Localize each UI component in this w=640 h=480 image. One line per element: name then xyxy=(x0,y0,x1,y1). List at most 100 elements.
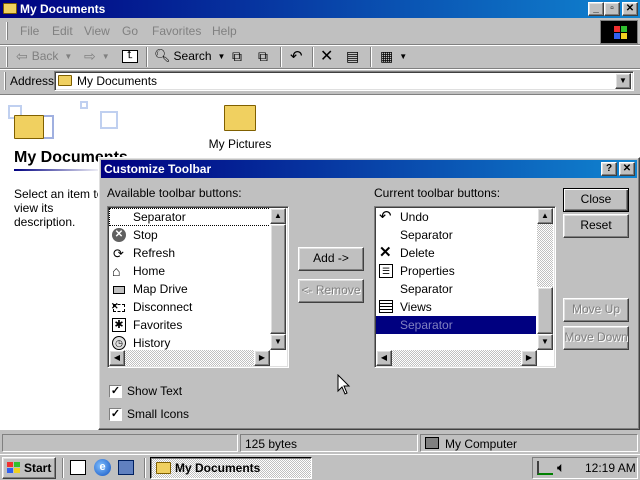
search-label: Search xyxy=(173,49,212,63)
address-field[interactable]: My Documents ▼ xyxy=(54,71,634,91)
show-text-label: Show Text xyxy=(127,384,183,398)
minimize-button[interactable]: _ xyxy=(588,2,604,16)
volume-icon[interactable]: 🔈︎ xyxy=(557,459,565,476)
current-label: Current toolbar buttons: xyxy=(374,186,501,200)
menu-favorites[interactable]: Favorites xyxy=(152,24,201,38)
network-icon[interactable] xyxy=(537,461,553,475)
list-item[interactable]: ✱ Favorites xyxy=(109,316,271,334)
checkbox-box[interactable]: ✓ xyxy=(109,407,122,421)
list-item[interactable]: ☰ Properties xyxy=(376,262,536,280)
outlook-express-icon[interactable] xyxy=(118,460,134,475)
up-button[interactable]: ⮤ xyxy=(122,46,138,66)
menu-file[interactable]: File xyxy=(20,24,39,38)
list-item-label: Undo xyxy=(400,210,429,224)
current-list[interactable]: ↶ Undo Separator ✕ Delete ☰ Properties Separato… xyxy=(374,206,556,368)
window-title-bar[interactable]: My Documents _ ▫ ✕ xyxy=(0,0,640,18)
windows-logo-icon xyxy=(7,462,21,474)
close-button[interactable]: ✕ xyxy=(622,2,638,16)
maximize-button[interactable]: ▫ xyxy=(604,2,620,16)
remove-button[interactable]: <- Remove xyxy=(298,279,364,303)
search-button[interactable]: 🔍︎ Search ▼ xyxy=(154,46,225,66)
task-label: My Documents xyxy=(175,461,261,475)
list-item-label: Disconnect xyxy=(133,300,193,314)
scroll-down-button[interactable]: ▼ xyxy=(270,334,286,350)
delete-button[interactable]: ✕ xyxy=(320,46,333,66)
taskbar: Start e My Documents 🔈︎ 12:19 AM xyxy=(0,454,640,480)
internet-explorer-icon[interactable]: e xyxy=(94,459,111,476)
address-dropdown-button[interactable]: ▼ xyxy=(615,73,631,89)
scroll-right-button[interactable]: ▶ xyxy=(254,350,270,366)
map-drive-icon xyxy=(111,281,127,297)
scroll-up-button[interactable]: ▲ xyxy=(270,208,286,224)
dialog-close-icon[interactable]: ✕ xyxy=(619,162,635,176)
help-button[interactable]: ? xyxy=(601,162,617,176)
menu-help[interactable]: Help xyxy=(212,24,237,38)
scroll-left-button[interactable]: ◀ xyxy=(109,350,125,366)
scroll-down-button[interactable]: ▼ xyxy=(537,334,553,350)
scroll-thumb[interactable] xyxy=(537,287,553,334)
folder-icon xyxy=(3,3,17,14)
list-item[interactable]: Separator xyxy=(376,226,536,244)
list-item-label: Separator xyxy=(400,228,453,242)
show-text-checkbox[interactable]: ✓ Show Text xyxy=(109,384,182,398)
scroll-left-button[interactable]: ◀ xyxy=(376,350,392,366)
search-icon: 🔍︎ xyxy=(154,48,171,63)
back-button[interactable]: ⇦ Back ▼ xyxy=(16,46,72,66)
list-item[interactable]: Map Drive xyxy=(109,280,271,298)
delete-icon: ✕ xyxy=(379,244,392,261)
menu-go[interactable]: Go xyxy=(122,24,138,38)
forward-button[interactable]: ⇨ ▼ xyxy=(84,46,110,66)
views-icon: ▦ xyxy=(380,47,394,64)
add-button[interactable]: Add -> xyxy=(298,247,364,271)
list-item[interactable]: Separator xyxy=(376,316,536,334)
properties-button[interactable]: ▤ xyxy=(346,46,359,66)
chevron-down-icon: ▼ xyxy=(64,51,73,61)
small-icons-label: Small Icons xyxy=(127,407,190,421)
list-item[interactable]: Views xyxy=(376,298,536,316)
address-label: Address xyxy=(10,74,55,88)
views-button[interactable]: ▦ ▼ xyxy=(380,46,407,66)
checkbox-box[interactable]: ✓ xyxy=(109,384,122,398)
scroll-thumb[interactable] xyxy=(270,224,286,334)
scroll-right-button[interactable]: ▶ xyxy=(521,350,537,366)
list-item[interactable]: ✕ Disconnect xyxy=(109,298,271,316)
list-item[interactable]: ⟳ Refresh xyxy=(109,244,271,262)
available-list[interactable]: Separator ✕ Stop ⟳ Refresh ⌂ Home Map Drive ✕ Dis… xyxy=(107,206,289,368)
back-label: Back xyxy=(31,49,59,63)
list-item[interactable]: ✕ Delete xyxy=(376,244,536,262)
list-item[interactable]: My Pictures xyxy=(206,99,274,151)
chevron-down-icon: ▼ xyxy=(101,51,110,61)
close-dialog-button[interactable]: Close xyxy=(563,188,629,212)
move-to-button[interactable]: ⧉ xyxy=(232,46,242,66)
folder-icon xyxy=(224,105,256,131)
menu-view[interactable]: View xyxy=(84,24,110,38)
small-icons-checkbox[interactable]: ✓ Small Icons xyxy=(109,407,189,421)
available-hscroll[interactable]: ◀ ▶ xyxy=(109,350,270,366)
current-hscroll[interactable]: ◀ ▶ xyxy=(376,350,537,366)
show-desktop-icon[interactable] xyxy=(70,460,86,475)
separator-icon xyxy=(111,209,127,225)
taskbar-task-my-documents[interactable]: My Documents xyxy=(150,457,312,479)
available-label: Available toolbar buttons: xyxy=(107,186,242,200)
dialog-title-bar[interactable]: Customize Toolbar ? ✕ xyxy=(101,160,637,178)
move-up-button[interactable]: Move Up xyxy=(563,298,629,322)
list-item[interactable]: ✕ Stop xyxy=(109,226,271,244)
copy-to-button[interactable]: ⧉ xyxy=(258,46,268,66)
undo-icon: ↶ xyxy=(379,208,392,225)
folder-icon xyxy=(58,75,72,86)
list-item[interactable]: Separator xyxy=(109,208,271,226)
undo-button[interactable]: ↶ xyxy=(290,46,303,66)
reset-button[interactable]: Reset xyxy=(563,214,629,238)
list-item[interactable]: Separator xyxy=(376,280,536,298)
chevron-down-icon: ▼ xyxy=(217,51,226,61)
clock[interactable]: 12:19 AM xyxy=(585,461,636,475)
menu-edit[interactable]: Edit xyxy=(52,24,73,38)
scroll-up-button[interactable]: ▲ xyxy=(537,208,553,224)
computer-icon xyxy=(425,437,439,449)
chevron-down-icon: ▼ xyxy=(399,51,408,61)
list-item[interactable]: ⌂ Home xyxy=(109,262,271,280)
move-down-button[interactable]: Move Down xyxy=(563,326,629,350)
list-item[interactable]: ↶ Undo xyxy=(376,208,536,226)
address-value: My Documents xyxy=(77,74,158,88)
start-button[interactable]: Start xyxy=(2,457,56,479)
